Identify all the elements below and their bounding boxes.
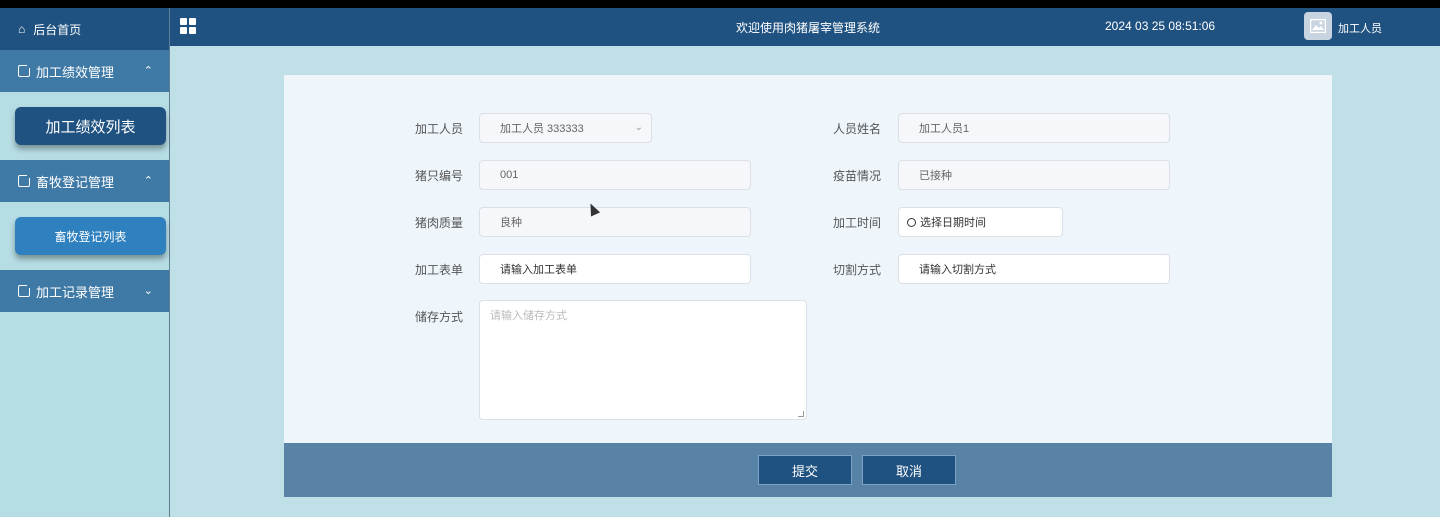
sidebar-home-label: 后台首页 — [33, 22, 82, 37]
name-value: 加工人员1 — [919, 123, 970, 135]
quality-value: 良种 — [500, 217, 522, 229]
edit-icon — [18, 283, 32, 297]
user-name[interactable]: 加工人员 — [1338, 20, 1382, 36]
pig-no-field: 001 — [479, 160, 751, 190]
storage-textarea[interactable]: 请输入储存方式 — [479, 300, 807, 420]
app: ⌂ 后台首页 加工绩效管理 ⌃ 加工绩效列表 畜牧登记管理 ⌃ 畜牧登记列表 加… — [0, 8, 1440, 517]
edit-icon — [18, 63, 32, 77]
edit-icon — [18, 173, 32, 187]
sidebar-group-processing[interactable]: 加工记录管理 ⌄ — [0, 270, 169, 312]
vaccine-field: 已接种 — [898, 160, 1170, 190]
vaccine-value: 已接种 — [919, 170, 952, 182]
sidebar-item-performance-list[interactable]: 加工绩效列表 — [15, 107, 166, 145]
sidebar-item-livestock-list[interactable]: 畜牧登记列表 — [15, 217, 166, 255]
quality-field: 良种 — [479, 207, 751, 237]
system-title: 欢迎使用肉猪屠宰管理系统 — [736, 21, 881, 35]
time-placeholder: 选择日期时间 — [920, 217, 986, 229]
avatar[interactable] — [1304, 12, 1332, 40]
sidebar-home[interactable]: ⌂ 后台首页 — [0, 8, 169, 50]
sidebar-group-livestock[interactable]: 畜牧登记管理 ⌃ — [0, 160, 169, 202]
cut-placeholder: 请输入切割方式 — [919, 264, 996, 276]
cut-input[interactable]: 请输入切割方式 — [898, 254, 1170, 284]
resize-handle-icon[interactable] — [798, 411, 804, 417]
sidebar-sub-livestock: 畜牧登记列表 — [0, 202, 169, 270]
quality-label: 猪肉质量 — [414, 216, 463, 230]
image-icon — [1310, 19, 1326, 33]
top-header: 欢迎使用肉猪屠宰管理系统 2024 03 25 08:51:06 加工人员 — [170, 8, 1440, 46]
menu-grid-icon[interactable] — [180, 18, 196, 34]
home-icon: ⌂ — [18, 22, 26, 36]
sidebar-group-label: 畜牧登记管理 — [36, 174, 115, 190]
clock-icon — [907, 217, 916, 227]
worker-select-value: 加工人员 333333 — [500, 123, 584, 135]
worker-select[interactable]: 加工人员 333333 ⌄ — [479, 113, 652, 143]
sidebar-sub-performance: 加工绩效列表 — [0, 92, 169, 160]
order-input[interactable]: 请输入加工表单 — [479, 254, 751, 284]
storage-placeholder: 请输入储存方式 — [490, 310, 567, 322]
vaccine-label: 疫苗情况 — [832, 169, 881, 183]
chevron-up-icon: ⌃ — [143, 65, 153, 77]
order-label: 加工表单 — [414, 263, 463, 277]
submit-button[interactable]: 提交 — [758, 455, 852, 485]
form-actions: 提交 取消 — [284, 443, 1332, 497]
cut-label: 切割方式 — [832, 263, 881, 277]
pig-no-value: 001 — [500, 169, 519, 181]
sidebar-group-label: 加工绩效管理 — [36, 64, 115, 80]
worker-label: 加工人员 — [414, 122, 463, 136]
chevron-down-icon: ⌄ — [143, 285, 153, 297]
order-placeholder: 请输入加工表单 — [500, 264, 577, 276]
sidebar-group-performance[interactable]: 加工绩效管理 ⌃ — [0, 50, 169, 92]
cancel-button[interactable]: 取消 — [862, 455, 956, 485]
chevron-down-icon: ⌄ — [634, 122, 643, 133]
pig-no-label: 猪只编号 — [414, 169, 463, 183]
form-panel: 加工人员 加工人员 333333 ⌄ 人员姓名 加工人员1 猪只编号 001 疫… — [284, 75, 1332, 443]
name-label: 人员姓名 — [832, 122, 881, 136]
sidebar: ⌂ 后台首页 加工绩效管理 ⌃ 加工绩效列表 畜牧登记管理 ⌃ 畜牧登记列表 加… — [0, 8, 170, 517]
name-field: 加工人员1 — [898, 113, 1170, 143]
chevron-up-icon: ⌃ — [143, 175, 153, 187]
storage-label: 储存方式 — [414, 310, 463, 324]
current-datetime: 2024 03 25 08:51:06 — [1105, 19, 1216, 33]
sidebar-group-label: 加工记录管理 — [36, 284, 115, 300]
time-label: 加工时间 — [832, 216, 881, 230]
time-picker[interactable]: 选择日期时间 — [898, 207, 1063, 237]
